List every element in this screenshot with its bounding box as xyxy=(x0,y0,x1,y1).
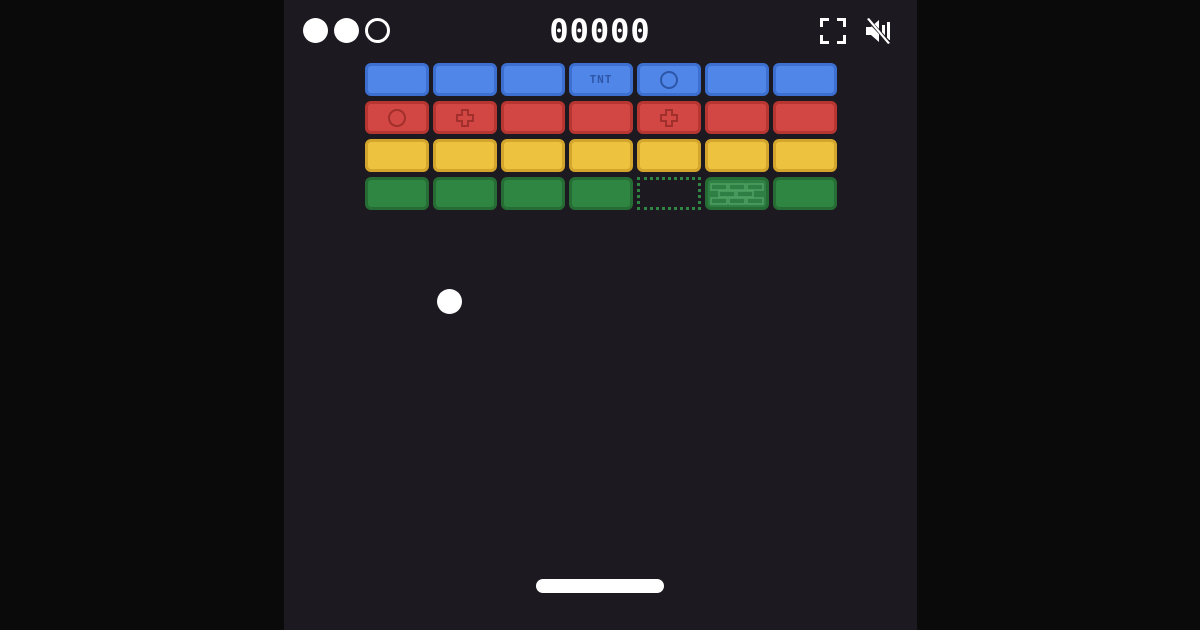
brick-blue xyxy=(433,63,497,96)
multiball-icon xyxy=(660,70,678,89)
brick-red xyxy=(773,101,837,134)
brick-green-ghost xyxy=(637,177,701,210)
fullscreen-icon[interactable] xyxy=(819,17,847,45)
brick-yellow xyxy=(773,139,837,172)
brick-yellow xyxy=(637,139,701,172)
brick-blue-tnt: TNT xyxy=(569,63,633,96)
life-icon-full xyxy=(303,18,328,43)
life-icon-empty xyxy=(365,18,390,43)
brick-red xyxy=(569,101,633,134)
plus-icon xyxy=(660,108,678,127)
brick-yellow xyxy=(569,139,633,172)
brick-yellow xyxy=(433,139,497,172)
brick-green-stone xyxy=(705,177,769,210)
ball xyxy=(437,289,462,314)
brick-yellow xyxy=(365,139,429,172)
tnt-label: TNT xyxy=(589,73,613,86)
brick-blue xyxy=(705,63,769,96)
brick-red xyxy=(705,101,769,134)
sound-muted-icon[interactable] xyxy=(864,17,892,45)
score-display: 00000 xyxy=(549,12,651,50)
plus-icon xyxy=(456,108,474,127)
brick-blue-ball xyxy=(637,63,701,96)
brick-red xyxy=(501,101,565,134)
lives-indicator xyxy=(303,18,390,44)
life-icon-full xyxy=(334,18,359,43)
multiball-icon xyxy=(388,108,406,127)
brick-blue xyxy=(365,63,429,96)
brick-red-plus xyxy=(433,101,497,134)
stone-texture-icon xyxy=(710,183,764,205)
brick-red-plus xyxy=(637,101,701,134)
paddle[interactable] xyxy=(536,579,664,593)
brick-green xyxy=(365,177,429,210)
brick-green xyxy=(501,177,565,210)
brick-green xyxy=(569,177,633,210)
brick-yellow xyxy=(705,139,769,172)
brick-green xyxy=(433,177,497,210)
brick-green xyxy=(773,177,837,210)
brick-yellow xyxy=(501,139,565,172)
brick-blue xyxy=(501,63,565,96)
brick-red-ball xyxy=(365,101,429,134)
brick-blue xyxy=(773,63,837,96)
